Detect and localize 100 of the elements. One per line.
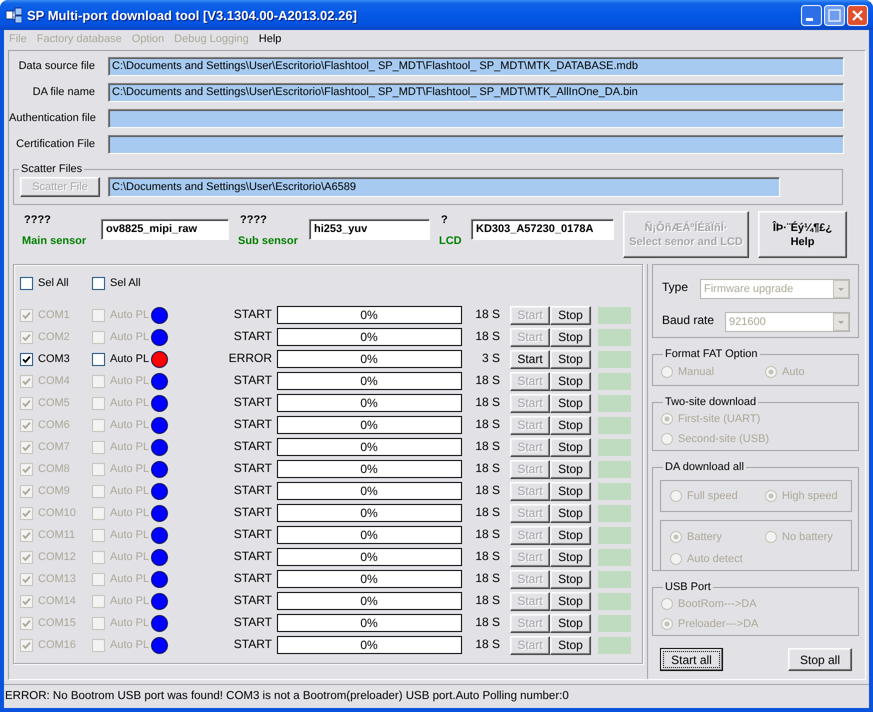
close-button[interactable] xyxy=(847,4,868,26)
result-indicator xyxy=(598,328,631,346)
port-label: COM12 xyxy=(38,550,76,564)
field-label: Certification File xyxy=(15,137,96,152)
field-label: Data source file xyxy=(18,59,96,74)
checkbox-label: Auto PL xyxy=(110,550,150,564)
checkbox-label: Sel All xyxy=(110,276,141,290)
status-text: START xyxy=(232,614,273,628)
result-indicator xyxy=(598,416,631,434)
status-text: START xyxy=(232,482,273,496)
radio-label: First-site (UART) xyxy=(678,413,760,425)
checkbox-label: Auto PL xyxy=(110,528,150,542)
time-text: 18 S xyxy=(474,548,500,562)
port-label: COM14 xyxy=(38,594,76,608)
sensor-caption: ? xyxy=(440,213,448,227)
file-path-field[interactable] xyxy=(108,135,844,154)
status-text: START xyxy=(232,416,273,430)
time-text: 18 S xyxy=(474,460,500,474)
file-path-field[interactable]: C:\Documents and Settings\User\Escritorio\A6589 xyxy=(108,177,780,197)
checkbox-label: Auto PL xyxy=(110,462,150,476)
time-text: 18 S xyxy=(474,526,500,540)
sensor-field[interactable]: hi253_yuv xyxy=(309,219,430,240)
status-text: START xyxy=(232,526,273,540)
result-indicator xyxy=(598,526,631,544)
field-label: DA file name xyxy=(32,85,96,100)
checkbox[interactable] xyxy=(92,276,105,290)
port-label: COM4 xyxy=(38,374,70,388)
progress-text: 0% xyxy=(360,594,378,608)
action-button[interactable]: Start all xyxy=(660,648,723,671)
radio-label: Full speed xyxy=(687,490,738,502)
status-text: START xyxy=(232,372,273,386)
file-path-field[interactable]: C:\Documents and Settings\User\Escritorio\Flashtool_ SP_MDT\Flashtool_ SP_MDT\MTK_AllInOne_DA.bin xyxy=(108,83,844,102)
checkbox-label: Auto PL xyxy=(110,638,150,652)
field-label: Authentication file xyxy=(9,111,97,126)
port-label: COM3 xyxy=(38,352,70,366)
checkbox-label: Auto PL xyxy=(110,572,150,586)
progress-text: 0% xyxy=(360,528,378,542)
result-indicator xyxy=(598,548,631,566)
port-label: COM2 xyxy=(38,330,70,344)
sensor-field[interactable]: KD303_A57230_0178A xyxy=(471,219,614,240)
progress-text: 0% xyxy=(360,462,378,476)
checkbox-label: Auto PL xyxy=(110,352,150,366)
sensor-label: Sub sensor xyxy=(238,234,298,248)
progress-text: 0% xyxy=(360,374,378,388)
group-title: USB Port xyxy=(664,580,712,594)
checkbox-label: Auto PL xyxy=(110,440,150,454)
time-text: 18 S xyxy=(474,636,500,650)
checkbox-label: Auto PL xyxy=(110,484,150,498)
sensor-caption: ???? xyxy=(239,213,267,227)
checkbox[interactable] xyxy=(20,352,33,366)
result-indicator xyxy=(598,372,631,390)
time-text: 18 S xyxy=(474,438,500,452)
port-label: COM8 xyxy=(38,462,70,476)
port-label: COM1 xyxy=(38,308,70,322)
time-text: 18 S xyxy=(474,328,500,342)
time-text: 18 S xyxy=(474,306,500,320)
progress-text: 0% xyxy=(360,484,378,498)
status-text: START xyxy=(232,438,273,452)
port-label: COM5 xyxy=(38,396,70,410)
time-text: 18 S xyxy=(474,592,500,606)
result-indicator xyxy=(598,504,631,522)
result-indicator xyxy=(598,570,631,588)
file-path-field[interactable] xyxy=(108,109,844,128)
status-text: START xyxy=(232,306,273,320)
menu-item[interactable]: Help xyxy=(254,31,286,47)
help-button[interactable]: ÎÞ·¨Éý¼¶£¿ Help xyxy=(758,211,847,258)
checkbox[interactable] xyxy=(20,276,33,290)
time-text: 18 S xyxy=(474,416,500,430)
result-indicator xyxy=(598,460,631,478)
checkbox-label: Auto PL xyxy=(110,418,150,432)
time-text: 18 S xyxy=(474,372,500,386)
radio-label: Manual xyxy=(678,366,714,378)
file-path-field[interactable]: C:\Documents and Settings\User\Escritorio\Flashtool_ SP_MDT\Flashtool_ SP_MDT\MTK_DATABASE.mdb xyxy=(108,57,844,76)
progress-text: 0% xyxy=(360,418,378,432)
radio-label: High speed xyxy=(782,490,838,502)
sensor-field[interactable]: ov8825_mipi_raw xyxy=(101,219,229,240)
result-indicator xyxy=(598,636,631,654)
port-label: COM7 xyxy=(38,440,70,454)
radio-label: No battery xyxy=(782,531,833,543)
time-text: 18 S xyxy=(474,614,500,628)
progress-text: 0% xyxy=(360,330,378,344)
stop-button[interactable]: Stop xyxy=(550,350,591,368)
checkbox-label: Auto PL xyxy=(110,396,150,410)
maximize-button[interactable] xyxy=(824,4,845,26)
progress-text: 0% xyxy=(360,440,378,454)
checkbox[interactable] xyxy=(92,352,105,366)
progress-text: 0% xyxy=(360,638,378,652)
group-title: Format FAT Option xyxy=(664,347,759,361)
action-button[interactable]: Stop all xyxy=(788,648,852,671)
sensor-caption: ???? xyxy=(23,213,51,227)
minimize-button[interactable] xyxy=(801,4,822,26)
group-title: Two-site download xyxy=(664,395,758,409)
status-text: START xyxy=(232,636,273,650)
start-button[interactable]: Start xyxy=(510,350,550,368)
status-text: START xyxy=(232,504,273,518)
status-text: START xyxy=(232,570,273,584)
port-label: COM9 xyxy=(38,484,70,498)
time-text: 18 S xyxy=(474,570,500,584)
progress-text: 0% xyxy=(360,616,378,630)
radio-label: Auto xyxy=(782,366,805,378)
